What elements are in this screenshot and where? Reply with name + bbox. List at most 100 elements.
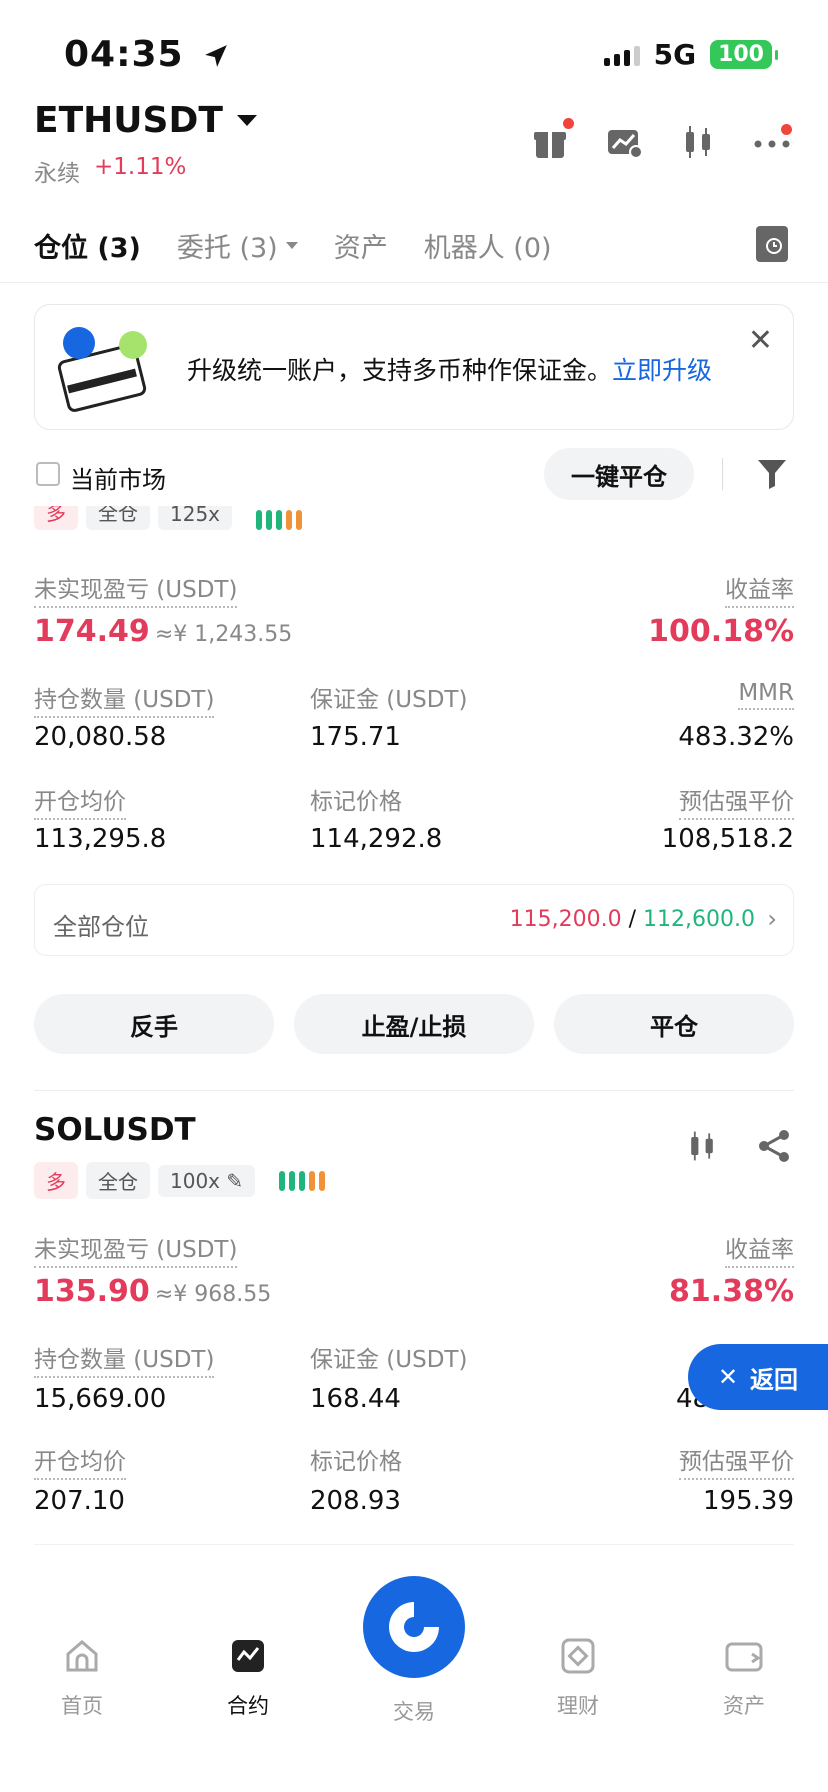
unrealized-pnl-label[interactable]: 未实现盈亏 (USDT) xyxy=(34,1230,238,1268)
share-icon[interactable] xyxy=(756,1128,792,1164)
close-icon[interactable]: ✕ xyxy=(748,323,773,358)
chevron-right-icon: › xyxy=(767,905,777,933)
trade-icon xyxy=(389,1602,439,1652)
status-time: 04:35 xyxy=(64,34,229,75)
risk-bars-icon xyxy=(256,510,303,530)
mark-value: 208.93 xyxy=(310,1486,401,1516)
battery-icon: 100 xyxy=(710,40,778,69)
section-divider xyxy=(34,1090,794,1091)
entry-value: 207.10 xyxy=(34,1486,125,1516)
symbol-selector[interactable]: ETHUSDT xyxy=(34,100,257,141)
size-value: 15,669.00 xyxy=(34,1384,167,1414)
margin-mode-tag: 全仓 xyxy=(86,1162,150,1199)
entry-label[interactable]: 开仓均价 xyxy=(34,1442,126,1480)
side-tag: 多 xyxy=(34,1162,78,1199)
network-type: 5G xyxy=(653,38,697,71)
more-icon[interactable] xyxy=(752,122,792,162)
tab-positions[interactable]: 仓位 (3) xyxy=(34,226,141,265)
tpsl-values: 115,200.0 / 112,600.0 xyxy=(509,907,755,932)
position-tabs: 仓位 (3) 委托 (3) 资产 机器人 (0) xyxy=(34,226,552,265)
leverage-tag[interactable]: 125x xyxy=(158,506,233,530)
sol-symbol[interactable]: SOLUSDT xyxy=(34,1112,196,1148)
upgrade-link[interactable]: 立即升级 xyxy=(612,356,712,385)
tab-orders[interactable]: 委托 (3) xyxy=(177,226,298,265)
roe-label[interactable]: 收益率 xyxy=(725,1230,794,1268)
signal-icon xyxy=(603,44,640,66)
all-positions-label: 全部仓位 xyxy=(53,913,149,941)
margin-mode-tag: 全仓 xyxy=(86,506,150,530)
size-value: 20,080.58 xyxy=(34,722,167,752)
tab-bots[interactable]: 机器人 (0) xyxy=(424,226,552,265)
margin-label: 保证金 (USDT) xyxy=(310,1347,468,1373)
size-label[interactable]: 持仓数量 (USDT) xyxy=(34,680,215,718)
wallet-illustration-icon xyxy=(57,325,157,415)
entry-value: 113,295.8 xyxy=(34,824,167,854)
current-market-checkbox[interactable] xyxy=(36,462,60,486)
earn-icon xyxy=(561,1638,595,1674)
close-all-button[interactable]: 一键平仓 xyxy=(544,448,694,500)
unrealized-pnl-label[interactable]: 未实现盈亏 (USDT) xyxy=(34,570,238,608)
size-label[interactable]: 持仓数量 (USDT) xyxy=(34,1340,215,1378)
roe-label[interactable]: 收益率 xyxy=(725,570,794,608)
tab-assets[interactable]: 资产 xyxy=(334,226,388,265)
caret-down-icon xyxy=(285,242,298,249)
bottom-nav: 首页 合约 交易 理财 资产 xyxy=(0,1560,828,1792)
wallet-icon xyxy=(725,1642,763,1672)
edit-icon: ✎ xyxy=(226,1168,244,1193)
roe-value: 81.38% xyxy=(669,1274,794,1309)
history-icon[interactable] xyxy=(756,226,788,262)
close-icon: ✕ xyxy=(717,1363,739,1391)
tpsl-button[interactable]: 止盈/止损 xyxy=(294,994,534,1054)
mark-label: 标记价格 xyxy=(310,789,402,815)
gift-icon[interactable] xyxy=(530,118,574,162)
candlestick-icon[interactable] xyxy=(678,122,718,162)
header-actions xyxy=(530,118,792,162)
nav-assets[interactable]: 资产 xyxy=(684,1636,804,1720)
upgrade-banner[interactable]: 升级统一账户，支持多币种作保证金。立即升级 ✕ xyxy=(34,304,794,430)
chevron-down-icon xyxy=(236,115,257,126)
mmr-label[interactable]: MMR xyxy=(738,680,794,710)
contract-type: 永续 xyxy=(34,161,80,187)
current-market-label: 当前市场 xyxy=(70,466,166,494)
risk-bars-icon xyxy=(279,1170,326,1191)
card-edge xyxy=(34,1544,794,1545)
sol-tags: 多 全仓 100x ✎ xyxy=(34,1162,326,1199)
side-tag: 多 xyxy=(34,506,78,530)
leverage-tag[interactable]: 100x ✎ xyxy=(158,1164,256,1197)
roe-value: 100.18% xyxy=(648,614,794,649)
unrealized-pnl: 135.90 ≈¥ 968.55 xyxy=(34,1274,272,1309)
status-indicators: 5G 100 xyxy=(603,38,778,71)
trade-button[interactable] xyxy=(363,1576,465,1678)
symbol-subtitle: 永续 +1.11% xyxy=(34,154,186,188)
liq-label[interactable]: 预估强平价 xyxy=(679,1442,794,1480)
symbol-title: ETHUSDT xyxy=(34,100,223,141)
mmr-value: 483.32% xyxy=(678,722,794,752)
chart-settings-icon[interactable] xyxy=(604,122,644,162)
nav-home[interactable]: 首页 xyxy=(22,1636,142,1720)
banner-text: 升级统一账户，支持多币种作保证金。立即升级 xyxy=(187,356,713,385)
mark-label: 标记价格 xyxy=(310,1449,402,1475)
all-positions-tpsl[interactable]: 全部仓位 115,200.0 / 112,600.0 › xyxy=(34,884,794,956)
liq-value: 108,518.2 xyxy=(661,824,794,854)
return-button[interactable]: ✕ 返回 xyxy=(688,1344,828,1410)
location-arrow-icon xyxy=(205,45,227,67)
margin-value: 175.71 xyxy=(310,722,401,752)
home-icon xyxy=(66,1640,98,1672)
reverse-button[interactable]: 反手 xyxy=(34,994,274,1054)
liq-value: 195.39 xyxy=(703,1486,794,1516)
entry-label[interactable]: 开仓均价 xyxy=(34,782,126,820)
margin-value: 168.44 xyxy=(310,1384,401,1414)
nav-futures[interactable]: 合约 xyxy=(188,1636,308,1720)
margin-label: 保证金 (USDT) xyxy=(310,687,468,713)
candlestick-icon[interactable] xyxy=(684,1128,720,1164)
trade-label: 交易 xyxy=(393,1700,435,1724)
liq-label[interactable]: 预估强平价 xyxy=(679,782,794,820)
filter-icon[interactable] xyxy=(756,456,788,490)
divider xyxy=(722,458,723,490)
close-position-button[interactable]: 平仓 xyxy=(554,994,794,1054)
tab-divider xyxy=(0,282,828,283)
price-change: +1.11% xyxy=(94,154,187,180)
futures-icon xyxy=(232,1640,264,1672)
mark-value: 114,292.8 xyxy=(310,824,443,854)
nav-earn[interactable]: 理财 xyxy=(518,1636,638,1720)
